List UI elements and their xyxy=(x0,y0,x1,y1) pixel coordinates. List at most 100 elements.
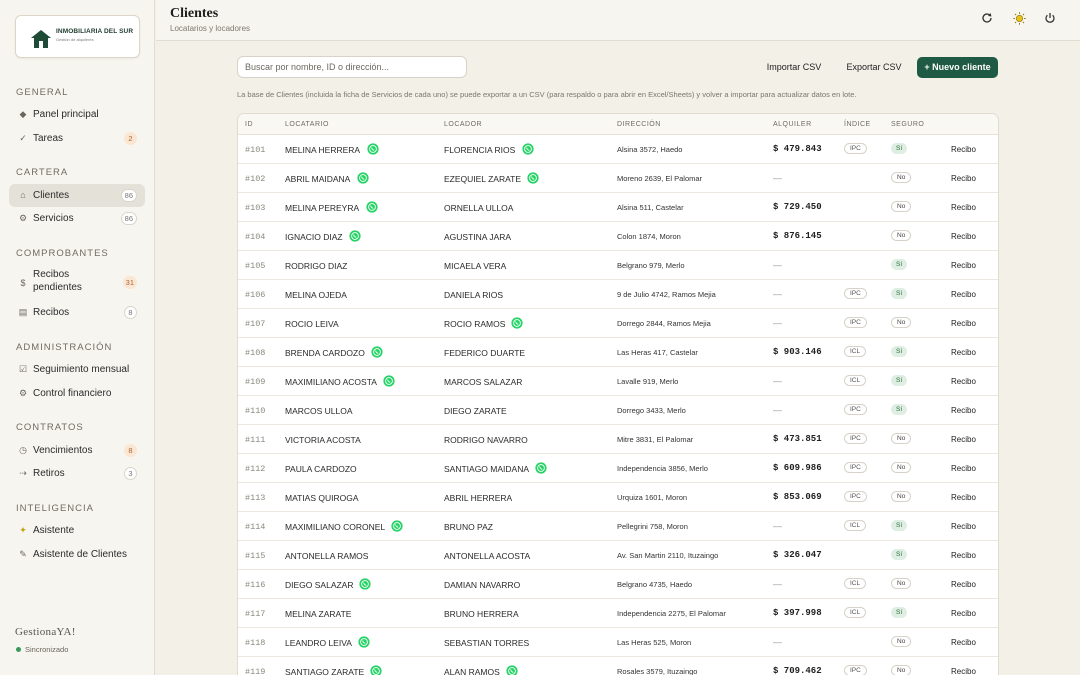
locador-name[interactable]: RODRIGO NAVARRO xyxy=(444,435,528,445)
locatario-name[interactable]: PAULA CARDOZO xyxy=(285,464,357,474)
import-csv-button[interactable]: Importar CSV xyxy=(757,57,831,78)
sidebar-item-asistente-de-clientes[interactable]: ✎ Asistente de Clientes xyxy=(9,543,145,566)
whatsapp-icon[interactable] xyxy=(511,317,523,329)
table-row[interactable]: #106 MELINA OJEDA DANIELA RIOS 9 de Julio 4… xyxy=(238,280,998,309)
locatario-name[interactable]: MAXIMILIANO ACOSTA xyxy=(285,377,377,387)
locatario-name[interactable]: MATIAS QUIROGA xyxy=(285,493,359,503)
sun-icon[interactable] xyxy=(1011,12,1027,28)
locatario-name[interactable]: MELINA OJEDA xyxy=(285,290,347,300)
whatsapp-icon[interactable] xyxy=(527,172,539,184)
locatario-name[interactable]: BRENDA CARDOZO xyxy=(285,348,365,358)
column-header-locador[interactable]: LOCADOR xyxy=(444,121,482,128)
table-row[interactable]: #116 DIEGO SALAZAR DAMIAN NAVARRO Belgrano … xyxy=(238,570,998,599)
locatario-name[interactable]: RODRIGO DIAZ xyxy=(285,261,347,271)
locador-name[interactable]: MARCOS SALAZAR xyxy=(444,377,522,387)
sidebar-item-seguimiento-mensual[interactable]: ☑ Seguimiento mensual xyxy=(9,358,145,381)
locador-name[interactable]: DAMIAN NAVARRO xyxy=(444,580,520,590)
table-row[interactable]: #111 VICTORIA ACOSTA RODRIGO NAVARRO Mitre … xyxy=(238,425,998,454)
whatsapp-icon[interactable] xyxy=(371,346,383,358)
locador-name[interactable]: ANTONELLA ACOSTA xyxy=(444,551,530,561)
table-row[interactable]: #102 ABRIL MAIDANA EZEQUIEL ZARATE Moreno 2… xyxy=(238,164,998,193)
locatario-name[interactable]: MELINA PEREYRA xyxy=(285,203,359,213)
table-row[interactable]: #117 MELINA ZARATE BRUNO HERRERA Independen… xyxy=(238,599,998,628)
sidebar-item-recibos-pendientes[interactable]: $ Recibos pendientes 31 xyxy=(9,268,145,298)
receipt-link[interactable]: Recibo xyxy=(951,493,976,502)
locador-name[interactable]: BRUNO HERRERA xyxy=(444,609,519,619)
table-row[interactable]: #105 RODRIGO DIAZ MICAELA VERA Belgrano 979… xyxy=(238,251,998,280)
receipt-link[interactable]: Recibo xyxy=(951,464,976,473)
locador-name[interactable]: ROCIO RAMOS xyxy=(444,319,505,329)
table-row[interactable]: #101 MELINA HERRERA FLORENCIA RIOS Alsina 3… xyxy=(238,135,998,164)
power-icon[interactable] xyxy=(1042,12,1058,28)
locador-name[interactable]: BRUNO PAZ xyxy=(444,522,493,532)
receipt-link[interactable]: Recibo xyxy=(951,261,976,270)
receipt-link[interactable]: Recibo xyxy=(951,319,976,328)
table-row[interactable]: #119 SANTIAGO ZARATE ALAN RAMOS Rosales 357… xyxy=(238,657,998,675)
receipt-link[interactable]: Recibo xyxy=(951,232,976,241)
receipt-link[interactable]: Recibo xyxy=(951,638,976,647)
receipt-link[interactable]: Recibo xyxy=(951,348,976,357)
receipt-link[interactable]: Recibo xyxy=(951,406,976,415)
table-row[interactable]: #110 MARCOS ULLOA DIEGO ZARATE Dorrego 3433… xyxy=(238,396,998,425)
column-header-indice[interactable]: ÍNDICE xyxy=(844,121,871,128)
sidebar-item-servicios[interactable]: ⚙ Servicios 86 xyxy=(9,207,145,230)
whatsapp-icon[interactable] xyxy=(370,665,382,675)
locador-name[interactable]: MICAELA VERA xyxy=(444,261,506,271)
search-input[interactable] xyxy=(237,56,467,78)
locatario-name[interactable]: SANTIAGO ZARATE xyxy=(285,667,364,675)
locador-name[interactable]: FLORENCIA RIOS xyxy=(444,145,515,155)
refresh-icon[interactable] xyxy=(979,12,995,28)
column-header-alquiler[interactable]: ALQUILER xyxy=(773,121,812,128)
sidebar-item-asistente[interactable]: ✦ Asistente xyxy=(9,519,145,542)
locatario-name[interactable]: ANTONELLA RAMOS xyxy=(285,551,368,561)
export-csv-button[interactable]: Exportar CSV xyxy=(837,57,911,78)
whatsapp-icon[interactable] xyxy=(506,665,518,675)
receipt-link[interactable]: Recibo xyxy=(951,203,976,212)
table-row[interactable]: #114 MAXIMILIANO CORONEL BRUNO PAZ Pellegri… xyxy=(238,512,998,541)
new-client-button[interactable]: + Nuevo cliente xyxy=(917,57,998,78)
receipt-link[interactable]: Recibo xyxy=(951,145,976,154)
receipt-link[interactable]: Recibo xyxy=(951,667,976,675)
locador-name[interactable]: DANIELA RIOS xyxy=(444,290,503,300)
whatsapp-icon[interactable] xyxy=(359,578,372,590)
locatario-name[interactable]: MAXIMILIANO CORONEL xyxy=(285,522,385,532)
whatsapp-icon[interactable] xyxy=(358,636,370,648)
table-row[interactable]: #107 ROCIO LEIVA ROCIO RAMOS Dorrego 2844, … xyxy=(238,309,998,338)
table-row[interactable]: #103 MELINA PEREYRA ORNELLA ULLOA Alsina 51… xyxy=(238,193,998,222)
receipt-link[interactable]: Recibo xyxy=(951,609,976,618)
locador-name[interactable]: SANTIAGO MAIDANA xyxy=(444,464,529,474)
table-row[interactable]: #104 IGNACIO DIAZ AGUSTINA JARA Colon 1874,… xyxy=(238,222,998,251)
whatsapp-icon[interactable] xyxy=(366,143,379,155)
locador-name[interactable]: EZEQUIEL ZARATE xyxy=(444,174,521,184)
locador-name[interactable]: ABRIL HERRERA xyxy=(444,493,512,503)
receipt-link[interactable]: Recibo xyxy=(951,377,976,386)
column-header-locatario[interactable]: LOCATARIO xyxy=(285,121,329,128)
sidebar-item-retiros[interactable]: ⇢ Retiros 3 xyxy=(9,462,145,485)
table-row[interactable]: #113 MATIAS QUIROGA ABRIL HERRERA Urquiza 1… xyxy=(238,483,998,512)
locatario-name[interactable]: LEANDRO LEIVA xyxy=(285,638,352,648)
locatario-name[interactable]: ROCIO LEIVA xyxy=(285,319,339,329)
receipt-link[interactable]: Recibo xyxy=(951,522,976,531)
table-row[interactable]: #118 LEANDRO LEIVA SEBASTIAN TORRES Las Her… xyxy=(238,628,998,657)
locatario-name[interactable]: DIEGO SALAZAR xyxy=(285,580,354,590)
sidebar-item-clientes[interactable]: ⌂ Clientes 86 xyxy=(9,184,145,207)
locatario-name[interactable]: MELINA ZARATE xyxy=(285,609,351,619)
receipt-link[interactable]: Recibo xyxy=(951,551,976,560)
locatario-name[interactable]: IGNACIO DIAZ xyxy=(285,232,343,242)
whatsapp-icon[interactable] xyxy=(391,520,403,532)
receipt-link[interactable]: Recibo xyxy=(951,290,976,299)
receipt-link[interactable]: Recibo xyxy=(951,435,976,444)
column-header-seguro[interactable]: SEGURO xyxy=(891,121,924,128)
locatario-name[interactable]: MARCOS ULLOA xyxy=(285,406,353,416)
whatsapp-icon[interactable] xyxy=(357,172,369,184)
locador-name[interactable]: FEDERICO DUARTE xyxy=(444,348,525,358)
table-row[interactable]: #112 PAULA CARDOZO SANTIAGO MAIDANA Indepen… xyxy=(238,454,998,483)
locador-name[interactable]: ORNELLA ULLOA xyxy=(444,203,513,213)
sidebar-item-control-financiero[interactable]: ⚙ Control financiero xyxy=(9,382,145,405)
column-header-id[interactable]: ID xyxy=(245,121,253,128)
locador-name[interactable]: ALAN RAMOS xyxy=(444,667,500,675)
whatsapp-icon[interactable] xyxy=(366,201,378,213)
locatario-name[interactable]: MELINA HERRERA xyxy=(285,145,360,155)
receipt-link[interactable]: Recibo xyxy=(951,174,976,183)
sidebar-item-recibos[interactable]: ▤ Recibos 8 xyxy=(9,301,145,324)
